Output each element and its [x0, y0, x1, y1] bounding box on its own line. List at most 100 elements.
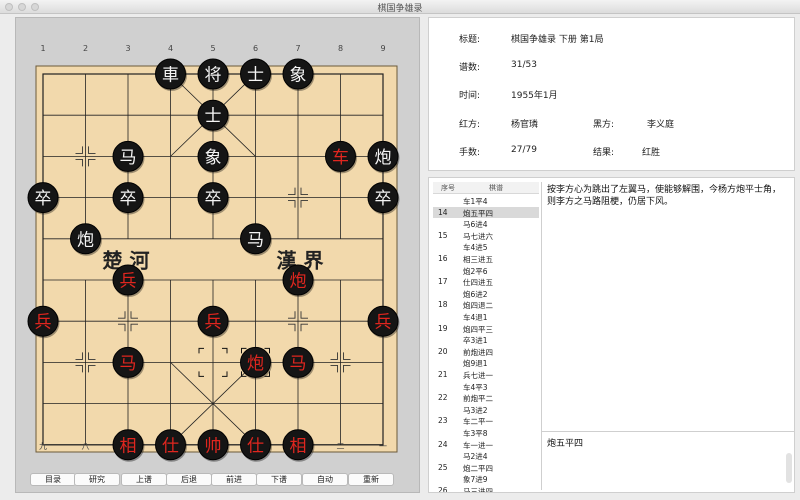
red-player-label: 红方: — [459, 120, 481, 130]
move-row[interactable]: 25 炮二平四 — [433, 462, 539, 474]
move-number: 21 — [438, 370, 448, 379]
title-label: 标题: — [459, 35, 481, 45]
move-notation: 炮四退二 — [463, 301, 493, 311]
move-notation: 炮6进2 — [463, 289, 488, 299]
top-file-label: 5 — [210, 44, 215, 53]
move-number: 17 — [438, 277, 448, 287]
top-file-label: 7 — [295, 44, 300, 53]
move-notation: 车4退1 — [463, 313, 488, 322]
move-number: 16 — [438, 254, 448, 263]
move-notation: 马三进四 — [463, 487, 493, 493]
move-number: 23 — [438, 416, 448, 426]
moves-list-header: 序号 棋谱 — [433, 182, 539, 194]
control-bar: 目录 研究 上谱 后退 前进 下谱 自动 重新 — [15, 471, 420, 489]
red-piece-label: 马 — [120, 354, 137, 374]
move-row[interactable]: 车3平8 — [433, 427, 539, 439]
move-row[interactable]: 22 前炮平二 — [433, 392, 539, 404]
move-notation: 象7进9 — [463, 475, 488, 485]
black-piece-label: 炮 — [77, 230, 94, 250]
black-piece-label: 将 — [205, 66, 222, 86]
black-piece-label: 士 — [247, 66, 264, 86]
move-notation: 炮二平四 — [463, 463, 493, 473]
chess-board[interactable]: 楚 河漢 界123456789九八七六五四三二一車将士象士马象车炮卒卒卒卒炮马兵… — [16, 18, 421, 472]
red-piece-label: 仕 — [162, 436, 179, 456]
next-game-button[interactable]: 下谱 — [256, 473, 302, 486]
red-piece-label: 帅 — [205, 436, 222, 456]
top-file-label: 1 — [40, 44, 45, 53]
comment-scrollbar[interactable] — [786, 453, 792, 483]
move-row[interactable]: 象7进9 — [433, 473, 539, 485]
previous-game-button[interactable]: 上谱 — [121, 473, 167, 486]
red-piece-label: 炮 — [290, 272, 307, 292]
move-row[interactable]: 炮6进2 — [433, 288, 539, 300]
step-back-button[interactable]: 后退 — [166, 473, 212, 486]
move-row[interactable]: 19 炮四平三 — [433, 323, 539, 335]
red-piece-label: 车 — [332, 148, 349, 168]
top-file-label: 4 — [168, 44, 173, 53]
move-row[interactable]: 21 兵七进一 — [433, 369, 539, 381]
title-value: 棋国争雄录 下册 第1局 — [511, 35, 604, 45]
black-player-label: 黑方: — [593, 120, 615, 130]
move-row[interactable]: 马2进4 — [433, 450, 539, 462]
move-row[interactable]: 26 马三进四 — [433, 485, 539, 493]
move-row[interactable]: 14 炮五平四 — [433, 206, 539, 219]
move-number: 19 — [438, 323, 448, 333]
move-comment: 按李方心为跳出了左翼马，使能够解围，今杨方炮平士角，则李方之马路阻梗，仍居下风。 — [547, 185, 782, 207]
move-notation: 炮四平三 — [463, 324, 493, 334]
red-piece-label: 相 — [120, 436, 137, 456]
move-row[interactable]: 卒3进1 — [433, 334, 539, 346]
catalog-button[interactable]: 目录 — [30, 473, 76, 486]
move-row[interactable]: 车1平4 — [433, 195, 539, 207]
black-piece-label: 車 — [162, 66, 179, 86]
black-piece-label: 马 — [247, 230, 264, 250]
move-row[interactable]: 车4平3 — [433, 381, 539, 393]
number-column-header: 序号 — [441, 184, 455, 192]
move-notation: 车1平4 — [463, 197, 488, 206]
bottom-file-label: 一 — [379, 442, 387, 451]
top-file-label: 3 — [125, 44, 130, 53]
move-row[interactable]: 24 车一进一 — [433, 439, 539, 451]
red-piece-label: 仕 — [247, 436, 264, 456]
top-file-label: 9 — [380, 44, 385, 53]
restart-button[interactable]: 重新 — [348, 473, 394, 486]
move-number: 18 — [438, 300, 448, 310]
black-piece-label: 炮 — [375, 148, 392, 168]
auto-play-button[interactable]: 自动 — [302, 473, 348, 486]
move-number: 15 — [438, 230, 448, 240]
move-number: 14 — [438, 207, 448, 217]
move-row[interactable]: 马3进2 — [433, 404, 539, 416]
step-forward-button[interactable]: 前进 — [211, 473, 257, 486]
current-move-text: 炮五平四 — [547, 439, 584, 449]
move-row[interactable]: 23 车二平一 — [433, 415, 539, 427]
move-row[interactable]: 18 炮四退二 — [433, 299, 539, 311]
move-count-label: 手数: — [459, 148, 481, 158]
move-row[interactable]: 17 仕四进五 — [433, 276, 539, 288]
black-piece-label: 卒 — [375, 189, 392, 209]
move-row[interactable]: 车4退1 — [433, 311, 539, 323]
black-piece-label: 马 — [120, 148, 137, 168]
move-notation: 炮2平6 — [463, 266, 488, 276]
black-piece-label: 象 — [290, 66, 307, 86]
red-piece-label: 兵 — [205, 313, 222, 333]
time-label: 时间: — [459, 91, 481, 101]
move-number: 24 — [438, 439, 448, 449]
move-notation: 炮五平四 — [463, 208, 493, 218]
move-row[interactable]: 16 相三进五 — [433, 253, 539, 265]
move-row[interactable]: 车4进5 — [433, 241, 539, 253]
black-piece-label: 卒 — [120, 189, 137, 209]
top-file-label: 2 — [83, 44, 88, 53]
red-player-value: 杨官璘 — [511, 120, 539, 130]
result-label: 结果: — [593, 148, 615, 158]
move-number: 25 — [438, 462, 448, 472]
study-button[interactable]: 研究 — [74, 473, 120, 486]
move-notation: 仕四进五 — [463, 278, 493, 288]
top-file-label: 6 — [253, 44, 258, 53]
red-piece-label: 兵 — [120, 272, 137, 292]
move-row[interactable]: 20 前炮进四 — [433, 346, 539, 358]
move-row[interactable]: 炮2平6 — [433, 265, 539, 277]
move-row[interactable]: 马6进4 — [433, 218, 539, 230]
move-row[interactable]: 15 马七进六 — [433, 230, 539, 242]
move-row[interactable]: 炮9退1 — [433, 357, 539, 369]
score-value: 31/53 — [511, 60, 537, 70]
move-notation: 马2进4 — [463, 452, 488, 462]
